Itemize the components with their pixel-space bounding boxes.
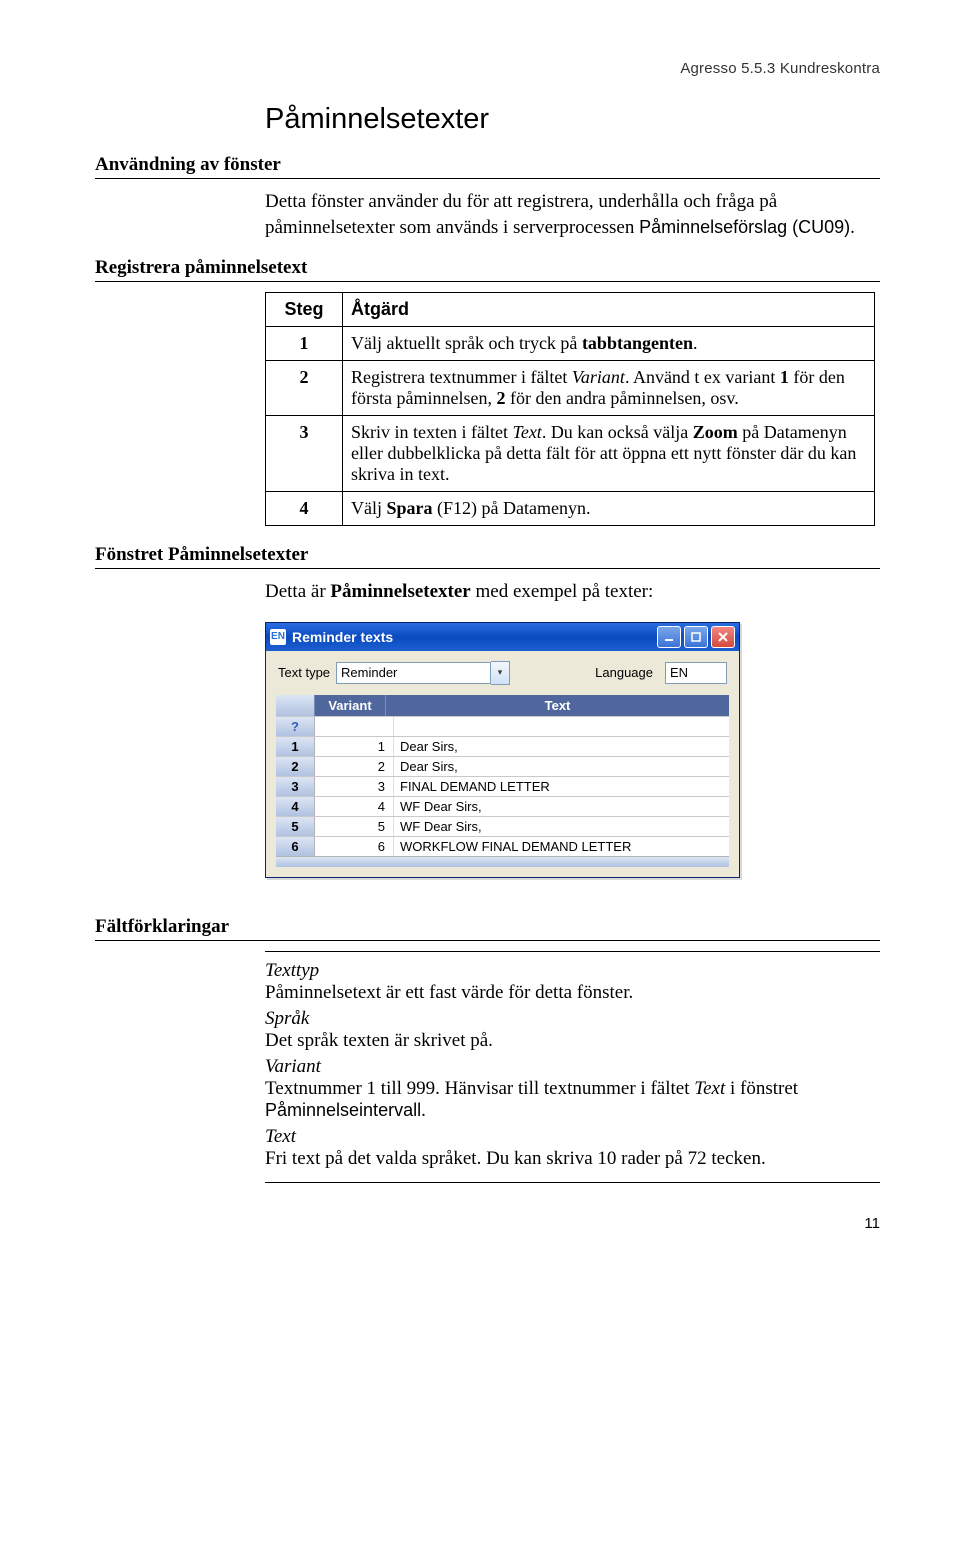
step-action: Skriv in texten i fältet Text. Du kan oc… — [343, 416, 875, 492]
cell-variant[interactable]: 1 — [315, 737, 394, 756]
row-header[interactable]: 2 — [276, 757, 315, 776]
subhead-usage: Användning av fönster — [95, 154, 880, 179]
subhead-window: Fönstret Påminnelsetexter — [95, 544, 880, 569]
fielddef-desc: Påminnelsetext är ett fast värde för det… — [265, 982, 880, 1004]
step-action: Välj Spara (F12) på Datamenyn. — [343, 492, 875, 526]
row-header[interactable]: 3 — [276, 777, 315, 796]
window-title: Reminder texts — [292, 629, 654, 645]
table-row[interactable]: 11Dear Sirs, — [276, 736, 729, 756]
step-action: Registrera textnummer i fältet Variant. … — [343, 361, 875, 416]
step-row: 4Välj Spara (F12) på Datamenyn. — [266, 492, 875, 526]
table-row[interactable]: 33FINAL DEMAND LETTER — [276, 776, 729, 796]
fielddef-desc: Fri text på det valda språket. Du kan sk… — [265, 1148, 880, 1170]
minimize-icon[interactable] — [657, 626, 681, 648]
example-bold: Påminnelsetexter — [330, 581, 470, 602]
intro-mono: Påminnelseförslag (CU09) — [639, 217, 850, 237]
table-row[interactable]: 66WORKFLOW FINAL DEMAND LETTER — [276, 836, 729, 856]
grid-footer — [276, 856, 729, 867]
window-icon: EN — [270, 629, 286, 645]
example-intro: Detta är Påminnelsetexter med exempel på… — [265, 579, 880, 605]
data-grid: Variant Text ?11Dear Sirs,22Dear Sirs,33… — [276, 695, 729, 867]
step-number: 4 — [266, 492, 343, 526]
row-header[interactable]: 4 — [276, 797, 315, 816]
page-title: Påminnelsetexter — [265, 103, 880, 136]
cell-variant[interactable]: 3 — [315, 777, 394, 796]
example-post: med exempel på texter: — [476, 581, 654, 602]
close-icon[interactable] — [711, 626, 735, 648]
language-label: Language — [595, 665, 653, 680]
cell-text[interactable]: FINAL DEMAND LETTER — [394, 777, 729, 796]
cell-text[interactable]: WF Dear Sirs, — [394, 797, 729, 816]
cell-variant[interactable]: 4 — [315, 797, 394, 816]
row-selector-header — [276, 695, 315, 716]
cell-variant[interactable]: 5 — [315, 817, 394, 836]
fielddef-desc: Det språk texten är skrivet på. — [265, 1030, 880, 1052]
step-number: 1 — [266, 327, 343, 361]
steps-col-step: Steg — [266, 293, 343, 327]
col-text-header[interactable]: Text — [386, 695, 729, 716]
cell-text[interactable] — [394, 717, 729, 736]
steps-col-action: Åtgärd — [343, 293, 875, 327]
table-row[interactable]: 55WF Dear Sirs, — [276, 816, 729, 836]
intro-post: . — [850, 217, 855, 238]
form-row: Text type ▾ Language — [266, 651, 739, 691]
row-header[interactable]: ? — [276, 717, 315, 736]
cell-text[interactable]: Dear Sirs, — [394, 757, 729, 776]
reminder-texts-window: EN Reminder texts Text type ▾ Language — [265, 622, 740, 878]
language-field[interactable] — [665, 662, 727, 684]
fielddef-term: Text — [265, 1126, 880, 1148]
table-row[interactable]: 22Dear Sirs, — [276, 756, 729, 776]
product-header: Agresso 5.5.3 Kundreskontra — [95, 60, 880, 77]
fielddef-term: Texttyp — [265, 960, 880, 982]
step-row: 2Registrera textnummer i fältet Variant.… — [266, 361, 875, 416]
table-row[interactable]: 44WF Dear Sirs, — [276, 796, 729, 816]
intro-paragraph: Detta fönster använder du för att regist… — [265, 189, 880, 241]
cell-variant[interactable]: 2 — [315, 757, 394, 776]
cell-text[interactable]: WF Dear Sirs, — [394, 817, 729, 836]
step-number: 3 — [266, 416, 343, 492]
cell-text[interactable]: WORKFLOW FINAL DEMAND LETTER — [394, 837, 729, 856]
steps-table: Steg Åtgärd 1Välj aktuellt språk och try… — [265, 292, 875, 526]
row-header[interactable]: 5 — [276, 817, 315, 836]
fielddef-term: Variant — [265, 1056, 880, 1078]
maximize-icon[interactable] — [684, 626, 708, 648]
chevron-down-icon: ▾ — [498, 667, 503, 678]
subhead-fielddefs: Fältförklaringar — [95, 916, 880, 941]
table-row[interactable]: ? — [276, 716, 729, 736]
row-header[interactable]: 6 — [276, 837, 315, 856]
cell-variant[interactable] — [315, 717, 394, 736]
window-icon-text: EN — [271, 632, 285, 642]
step-action: Välj aktuellt språk och tryck på tabbtan… — [343, 327, 875, 361]
example-pre: Detta är — [265, 581, 330, 602]
fielddef-desc: Textnummer 1 till 999. Hänvisar till tex… — [265, 1078, 880, 1122]
text-type-field[interactable] — [336, 662, 491, 684]
text-type-label: Text type — [278, 665, 330, 680]
row-header[interactable]: 1 — [276, 737, 315, 756]
page-number: 11 — [95, 1215, 880, 1232]
col-variant-header[interactable]: Variant — [315, 695, 386, 716]
fielddefs-block: TexttypPåminnelsetext är ett fast värde … — [265, 951, 880, 1183]
step-row: 3Skriv in texten i fältet Text. Du kan o… — [266, 416, 875, 492]
fielddef-term: Språk — [265, 1008, 880, 1030]
titlebar[interactable]: EN Reminder texts — [266, 623, 739, 651]
step-number: 2 — [266, 361, 343, 416]
step-row: 1Välj aktuellt språk och tryck på tabbta… — [266, 327, 875, 361]
cell-text[interactable]: Dear Sirs, — [394, 737, 729, 756]
subhead-register: Registrera påminnelsetext — [95, 257, 880, 282]
text-type-dropdown-icon[interactable]: ▾ — [491, 661, 510, 685]
cell-variant[interactable]: 6 — [315, 837, 394, 856]
